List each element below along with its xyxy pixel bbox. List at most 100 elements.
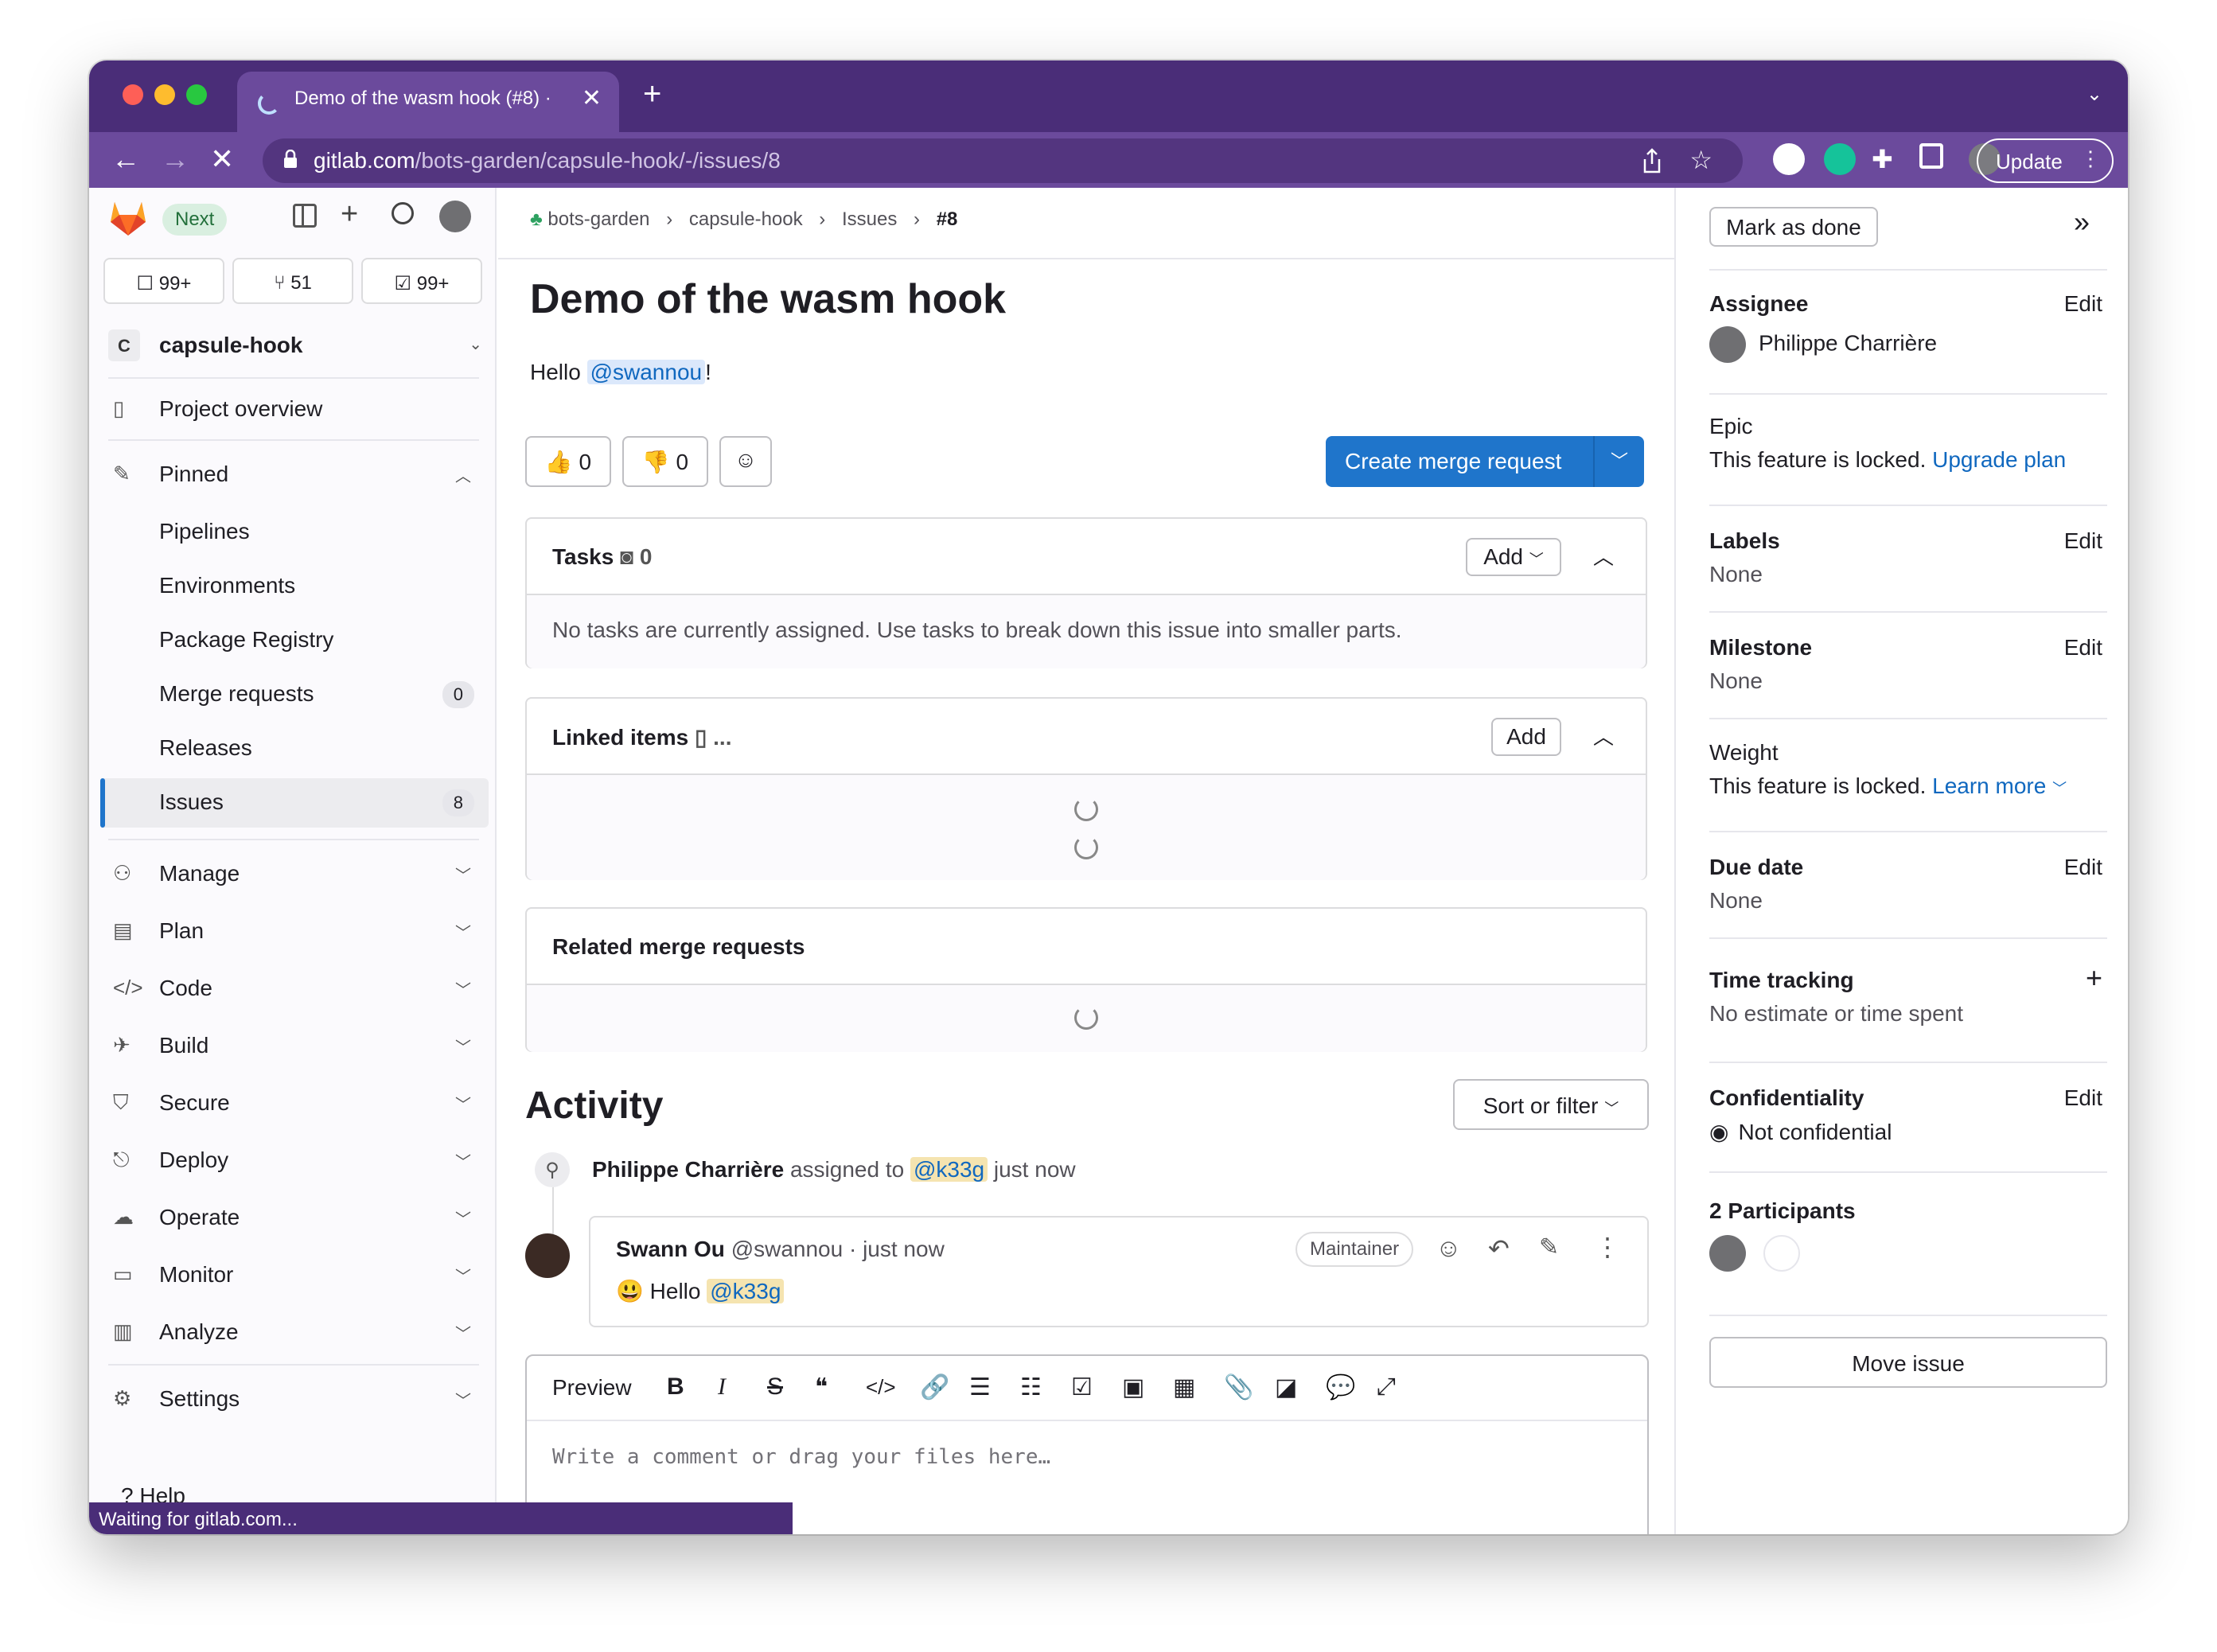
sidebar-item-build[interactable]: ✈ Build ﹀ xyxy=(89,1020,495,1071)
stop-loading-icon[interactable]: ✕ xyxy=(210,142,234,177)
code-icon[interactable]: </> xyxy=(866,1375,896,1400)
add-reaction-icon[interactable]: ☺ xyxy=(1436,1233,1462,1263)
bullet-list-icon[interactable]: ☰ xyxy=(969,1373,991,1401)
sidebar-item-monitor[interactable]: ▭ Monitor ﹀ xyxy=(89,1249,495,1300)
create-merge-request-button[interactable]: Create merge request ﹀ xyxy=(1326,436,1644,487)
breadcrumb-item[interactable]: Issues xyxy=(842,208,897,230)
sidebar-item-package-registry[interactable]: Package Registry xyxy=(159,627,333,653)
note-author[interactable]: Philippe Charrière xyxy=(592,1157,784,1182)
reply-icon[interactable]: ↶ xyxy=(1488,1233,1510,1264)
task-list-icon[interactable]: ☑ xyxy=(1071,1373,1093,1401)
address-bar[interactable]: gitlab.com/bots-garden/capsule-hook/-/is… xyxy=(263,138,1743,183)
bold-icon[interactable]: B xyxy=(667,1373,684,1401)
menu-kebab-icon[interactable]: ⋮ xyxy=(2080,146,2101,171)
link-icon[interactable]: 🔗 xyxy=(920,1373,949,1401)
minimize-window-button[interactable] xyxy=(154,84,175,105)
chevron-down-icon[interactable]: ﹀ xyxy=(1611,447,1628,473)
mark-as-done-button[interactable]: Mark as done xyxy=(1709,207,1878,247)
user-mention[interactable]: @swannou xyxy=(586,360,706,384)
extensions-puzzle-icon[interactable]: ✚ xyxy=(1872,142,1893,177)
sidebar-item-pipelines[interactable]: Pipelines xyxy=(159,519,250,544)
strikethrough-icon[interactable]: S xyxy=(767,1373,783,1401)
learn-more-link[interactable]: Learn more xyxy=(1932,773,2046,798)
user-avatar[interactable] xyxy=(439,201,471,232)
sidebar-item-releases[interactable]: Releases xyxy=(159,735,252,761)
todos-count-button[interactable]: ☑ 99+ xyxy=(361,258,482,304)
comment-author[interactable]: Swann Ou xyxy=(616,1237,725,1261)
edit-due-date-link[interactable]: Edit xyxy=(2064,855,2102,880)
upgrade-plan-link[interactable]: Upgrade plan xyxy=(1932,447,2066,472)
new-tab-icon[interactable]: + xyxy=(643,78,661,110)
edit-confidentiality-link[interactable]: Edit xyxy=(2064,1085,2102,1111)
merge-requests-count-button[interactable]: ⑂ 51 xyxy=(232,258,353,304)
linked-add-button[interactable]: Add xyxy=(1491,718,1561,756)
sidebar-item-issues[interactable]: Issues xyxy=(159,789,224,815)
create-new-icon[interactable]: + xyxy=(341,197,358,232)
add-time-icon[interactable]: + xyxy=(2086,961,2102,995)
table-icon[interactable]: ▦ xyxy=(1173,1373,1195,1401)
sidebar-item-manage[interactable]: ⚇ Manage ﹀ xyxy=(89,848,495,899)
sidebar-item-plan[interactable]: ▤ Plan ﹀ xyxy=(89,906,495,957)
breadcrumb-item[interactable]: bots-garden xyxy=(547,208,649,230)
sidebar-item-analyze[interactable]: ▥ Analyze ﹀ xyxy=(89,1307,495,1358)
sidebar-item-environments[interactable]: Environments xyxy=(159,573,295,598)
extension-fox-icon[interactable] xyxy=(1773,143,1805,175)
thumbs-down-button[interactable]: 👎 0 xyxy=(622,436,708,487)
breadcrumb-current[interactable]: #8 xyxy=(937,208,958,230)
tasks-add-button[interactable]: Add ﹀ xyxy=(1466,538,1561,576)
sidebar-item-merge-requests[interactable]: Merge requests xyxy=(159,681,314,707)
collapse-icon[interactable]: ︿ xyxy=(1593,541,1614,571)
browser-tab[interactable]: Demo of the wasm hook (#8) · ✕ xyxy=(237,72,619,132)
thumbs-up-button[interactable]: 👍 0 xyxy=(525,436,611,487)
quote-icon[interactable]: ❝ xyxy=(815,1373,828,1401)
sort-filter-button[interactable]: Sort or filter ﹀ xyxy=(1453,1079,1649,1130)
fullscreen-icon[interactable]: ⤢ xyxy=(1377,1373,1396,1401)
comment-textarea[interactable]: Write a comment or drag your files here… xyxy=(552,1445,1050,1469)
back-icon[interactable]: ← xyxy=(111,142,140,177)
collapsible-icon[interactable]: ▣ xyxy=(1122,1373,1144,1401)
comment-template-icon[interactable]: 💬 xyxy=(1326,1373,1355,1401)
next-badge[interactable]: Next xyxy=(162,204,228,236)
zoom-window-button[interactable] xyxy=(186,84,207,105)
edit-assignee-link[interactable]: Edit xyxy=(2064,291,2102,317)
side-panel-icon[interactable] xyxy=(1919,143,1943,169)
move-issue-button[interactable]: Move issue xyxy=(1709,1337,2107,1388)
project-switcher[interactable]: C capsule-hook ⌄ xyxy=(108,321,490,369)
commenter-avatar[interactable] xyxy=(525,1233,570,1278)
issues-count-button[interactable]: ☐ 99+ xyxy=(103,258,224,304)
edit-milestone-link[interactable]: Edit xyxy=(2064,635,2102,660)
sidebar-section-pinned[interactable]: ✎ Pinned ︿ xyxy=(89,449,495,500)
assignee[interactable]: Philippe Charrière xyxy=(1709,326,2107,363)
preview-tab[interactable]: Preview xyxy=(552,1375,632,1401)
add-reaction-button[interactable]: ☺ xyxy=(719,436,772,487)
collapse-icon[interactable]: ︿ xyxy=(1593,721,1614,750)
close-window-button[interactable] xyxy=(123,84,143,105)
user-mention[interactable]: @k33g xyxy=(910,1157,988,1182)
forward-icon[interactable]: → xyxy=(161,142,189,177)
collapse-sidebar-icon[interactable]: » xyxy=(2074,205,2090,239)
chevron-down-icon[interactable]: ﹀ xyxy=(2052,781,2067,797)
close-tab-icon[interactable]: ✕ xyxy=(582,84,602,112)
more-actions-icon[interactable]: ⋮ xyxy=(1595,1232,1620,1262)
participant-avatar[interactable] xyxy=(1709,1235,1746,1272)
participant-avatar[interactable] xyxy=(1763,1235,1800,1272)
edit-pencil-icon[interactable]: ✎ xyxy=(1539,1233,1559,1261)
user-mention[interactable]: @k33g xyxy=(707,1279,785,1303)
sidebar-item-deploy[interactable]: ⎋ Deploy ﹀ xyxy=(89,1135,495,1186)
extension-grammarly-icon[interactable] xyxy=(1824,143,1856,175)
share-icon[interactable] xyxy=(1641,148,1663,173)
update-button[interactable]: Update ⋮ xyxy=(1977,138,2114,183)
sidebar-item-settings[interactable]: ⚙ Settings ﹀ xyxy=(89,1373,495,1424)
sidebar-item-code[interactable]: </> Code ﹀ xyxy=(89,963,495,1014)
tab-search-chevron-icon[interactable]: ⌄ xyxy=(2086,83,2102,106)
italic-icon[interactable]: I xyxy=(718,1373,726,1401)
sidebar-item-project-overview[interactable]: ▯ Project overview xyxy=(89,384,495,434)
sidebar-item-secure[interactable]: ⛉ Secure ﹀ xyxy=(89,1077,495,1128)
search-icon[interactable] xyxy=(392,202,414,224)
toggle-sidebar-icon[interactable] xyxy=(293,204,317,228)
gitlab-logo-icon[interactable] xyxy=(108,199,148,237)
edit-labels-link[interactable]: Edit xyxy=(2064,528,2102,554)
breadcrumb-item[interactable]: capsule-hook xyxy=(689,208,803,230)
slash-command-icon[interactable]: ◪ xyxy=(1275,1373,1297,1401)
bookmark-star-icon[interactable]: ☆ xyxy=(1689,145,1712,175)
